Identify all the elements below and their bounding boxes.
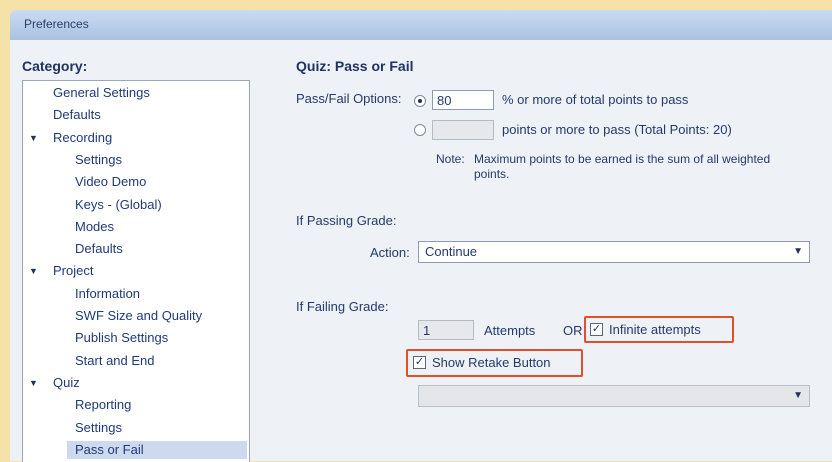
passing-grade-label: If Passing Grade: [296,213,397,228]
expand-arrow-icon[interactable]: ▼ [29,129,38,147]
tree-item[interactable]: Project [53,262,93,280]
failing-action-select[interactable]: ▼ [418,385,810,407]
points-radio[interactable] [414,124,426,136]
percent-text: % or more of total points to pass [502,92,689,107]
attempts-label: Attempts [484,323,536,338]
tree-item[interactable]: Modes [75,218,114,236]
title-bar: Preferences [10,10,832,40]
tree-item[interactable]: Settings [75,151,122,169]
preferences-dialog: Preferences Category: General Settings De… [0,0,832,462]
expand-arrow-icon[interactable]: ▼ [29,262,38,280]
or-label: OR [563,323,583,338]
passing-action-value: Continue [425,244,478,259]
tree-item[interactable]: Keys - (Global) [75,196,162,214]
show-retake-label[interactable]: Show Retake Button [432,355,551,370]
note-label: Note: [436,152,465,166]
category-tree[interactable]: General Settings Defaults ▼ Recording Settin… [22,80,250,462]
chevron-down-icon: ▼ [793,390,803,401]
show-retake-checkbox[interactable]: ✓ [413,356,426,369]
section-title: Quiz: Pass or Fail [296,58,414,74]
points-text: points or more to pass (Total Points: 20… [502,122,732,137]
category-label: Category: [22,58,88,74]
tree-item[interactable]: Settings [75,419,122,437]
tree-item[interactable]: Reporting [75,396,131,414]
pass-fail-options-label: Pass/Fail Options: [296,91,402,106]
failing-grade-label: If Failing Grade: [296,299,389,314]
tree-item[interactable]: Start and End [75,352,155,370]
window-title: Preferences [24,17,89,31]
tree-item[interactable]: Quiz [53,374,80,392]
tree-item[interactable]: General Settings [53,84,150,102]
percent-input[interactable]: 80 [432,90,494,110]
infinite-attempts-label[interactable]: Infinite attempts [609,322,701,337]
passing-action-select[interactable]: Continue ▼ [418,241,810,263]
tree-item[interactable]: Defaults [75,240,123,258]
note-text: Maximum points to be earned is the sum o… [474,152,771,181]
tree-item[interactable]: Recording [53,129,112,147]
infinite-attempts-checkbox[interactable]: ✓ [590,323,603,336]
points-input[interactable] [432,120,494,140]
tree-item[interactable]: Publish Settings [75,329,168,347]
attempts-input[interactable]: 1 [418,320,474,340]
tree-item[interactable]: Information [75,285,140,303]
expand-arrow-icon[interactable]: ▼ [29,374,38,392]
action-label: Action: [370,245,410,260]
tree-item[interactable]: Pass or Fail [75,441,144,459]
tree-item[interactable]: Defaults [53,106,101,124]
percent-radio[interactable] [414,95,426,107]
tree-item[interactable]: SWF Size and Quality [75,307,202,325]
tree-item[interactable]: Video Demo [75,173,146,191]
chevron-down-icon: ▼ [793,246,803,257]
